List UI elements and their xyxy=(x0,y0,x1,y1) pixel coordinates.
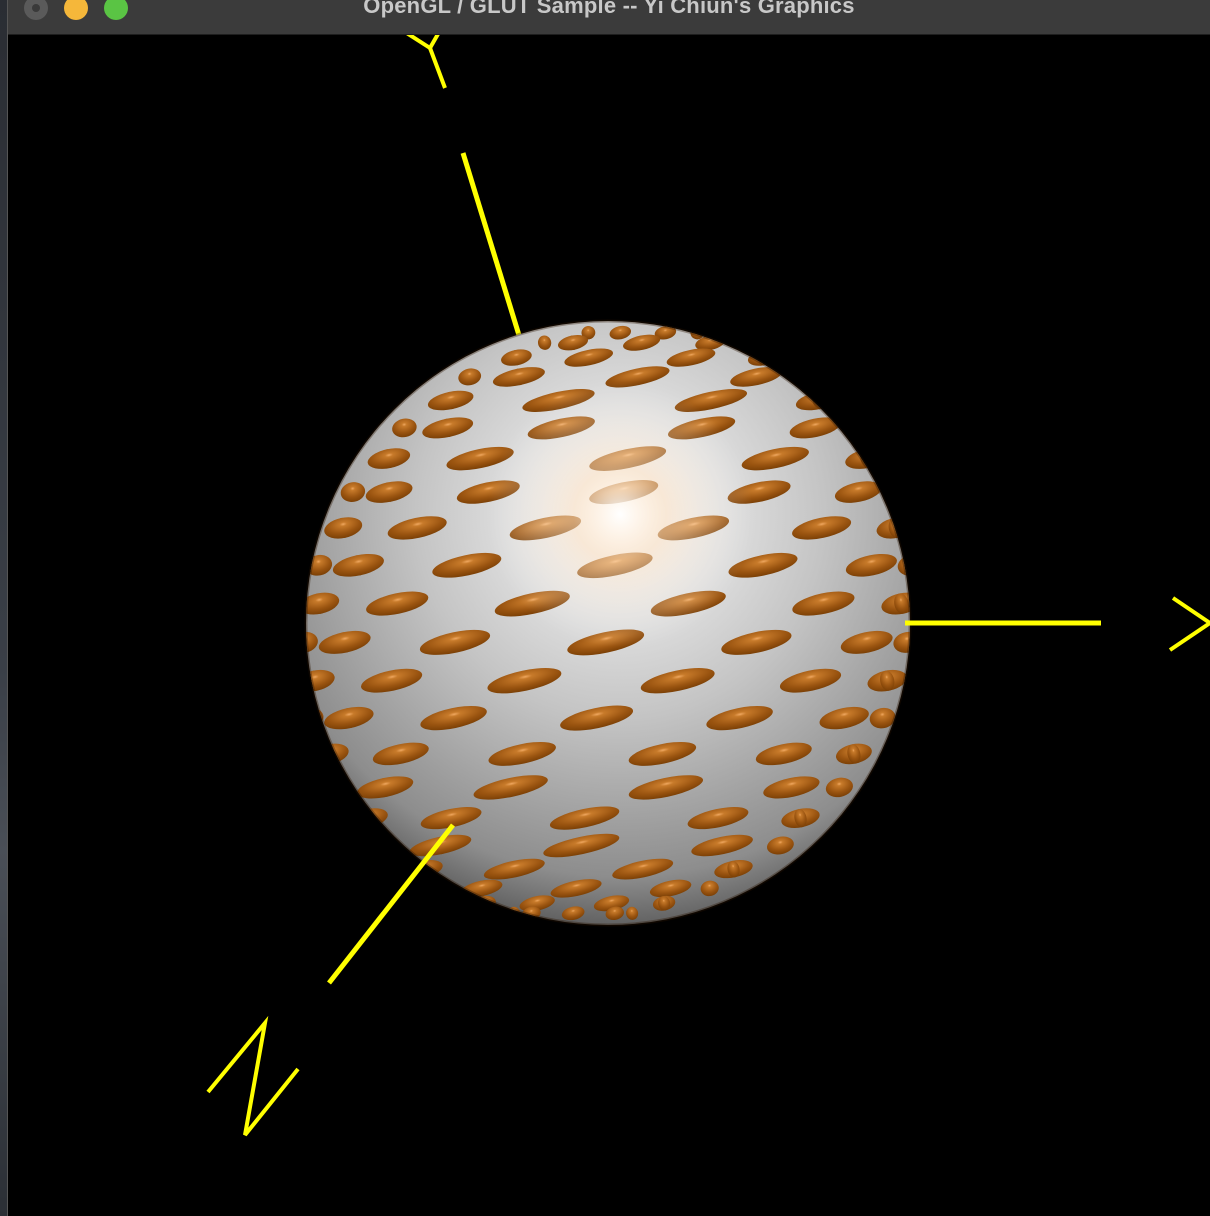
scene-canvas xyxy=(206,35,1210,1137)
y-axis-label xyxy=(406,35,447,89)
y-axis xyxy=(406,35,525,346)
sphere-spot xyxy=(793,368,817,386)
window-title: OpenGL / GLUT Sample -- Yi Chiun's Graph… xyxy=(363,0,855,18)
title-bar[interactable]: OpenGL / GLUT Sample -- Yi Chiun's Graph… xyxy=(8,0,1210,35)
sphere-spot xyxy=(368,836,396,855)
textured-sphere xyxy=(304,319,912,927)
opengl-viewport[interactable] xyxy=(8,35,1210,1216)
desktop-background xyxy=(0,0,8,1216)
z-axis xyxy=(206,823,455,1137)
z-axis-label xyxy=(206,1015,300,1137)
x-axis-label xyxy=(1168,596,1210,652)
sphere-spot xyxy=(846,418,871,438)
x-axis xyxy=(905,596,1210,652)
app-window: OpenGL / GLUT Sample -- Yi Chiun's Graph… xyxy=(8,0,1210,1216)
